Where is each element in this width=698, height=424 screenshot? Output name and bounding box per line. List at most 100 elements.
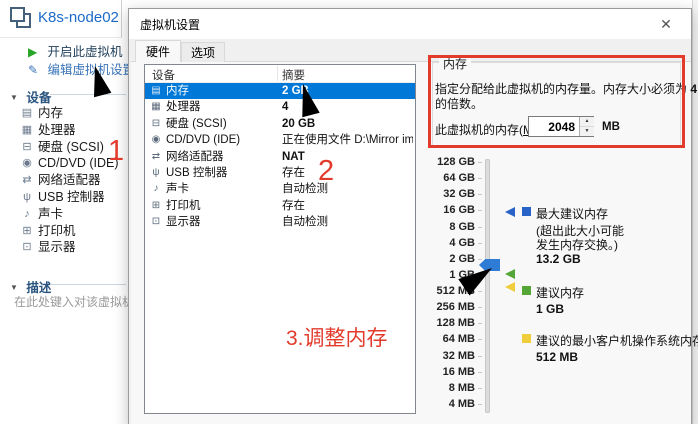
sound-icon: ♪ xyxy=(149,181,163,197)
chevron-down-icon: ▼ xyxy=(10,283,18,292)
network-icon: ⇄ xyxy=(149,149,163,165)
memory-icon: ▤ xyxy=(149,83,163,99)
memory-scale-label: 128 GB xyxy=(429,154,475,170)
memory-scale-label: 4 GB xyxy=(429,235,475,251)
minimum-memory-legend-swatch xyxy=(522,334,531,343)
divider xyxy=(50,284,126,285)
memory-scale-label: 64 MB xyxy=(429,331,475,347)
sidebar-device-item[interactable]: ⊡显示器 xyxy=(0,239,127,256)
memory-scale-label: 4 MB xyxy=(429,396,475,412)
table-row[interactable]: ψUSB 控制器存在 xyxy=(145,165,415,181)
table-row[interactable]: ▦处理器4 xyxy=(145,99,415,115)
max-memory-legend-swatch xyxy=(522,207,531,216)
sidebar-device-item[interactable]: ψUSB 控制器 xyxy=(0,189,127,206)
device-name-cell: 声卡 xyxy=(166,181,189,197)
printer-icon: ⊞ xyxy=(149,198,163,214)
memory-scale-label: 128 MB xyxy=(429,315,475,331)
sidebar-device-item[interactable]: ⊞打印机 xyxy=(0,223,127,240)
recommended-memory-legend-title: 建议内存 xyxy=(536,284,584,301)
table-row[interactable]: ⇄网络适配器 NAT xyxy=(145,149,415,165)
sidebar-device-item[interactable]: ▤内存 xyxy=(0,105,127,122)
processor-icon: ▦ xyxy=(20,122,34,139)
device-name-cell: 内存 xyxy=(166,83,189,99)
close-icon[interactable]: ✕ xyxy=(653,12,679,36)
sound-icon: ♪ xyxy=(20,206,34,223)
table-row[interactable]: ▤内存2 GB xyxy=(145,83,415,99)
sidebar-device-item[interactable]: ◉CD/DVD (IDE) xyxy=(0,155,127,172)
device-summary-cell: 20 GB xyxy=(282,116,413,132)
device-table-header: 设备 摘要 xyxy=(145,65,415,83)
column-divider xyxy=(277,66,278,81)
description-placeholder-text[interactable]: 在此处键入对该虚拟机的 xyxy=(14,293,128,310)
sidebar-device-label: 内存 xyxy=(38,105,63,122)
table-row[interactable]: ⊞打印机 存在 xyxy=(145,198,415,214)
device-summary-cell: 自动检测 xyxy=(282,181,413,197)
table-row[interactable]: ⊡显示器自动检测 xyxy=(145,214,415,230)
memory-scale-label: 512 MB xyxy=(429,283,475,299)
divider xyxy=(50,94,126,95)
device-summary-cell: 4 xyxy=(282,99,413,115)
sidebar-device-label: 处理器 xyxy=(38,122,76,139)
power-on-label: 开启此虚拟机 xyxy=(47,45,122,59)
printer-icon: ⊞ xyxy=(20,223,34,240)
table-row[interactable]: ◉CD/DVD (IDE)正在使用文件 D:\Mirror image\... xyxy=(145,132,415,148)
device-name-cell: 显示器 xyxy=(166,214,201,230)
virtual-machine-icon xyxy=(10,7,34,31)
tab-hardware[interactable]: 硬件 xyxy=(135,40,181,62)
sidebar-device-label: USB 控制器 xyxy=(38,189,105,206)
column-header-summary: 摘要 xyxy=(282,67,305,83)
sidebar-device-list: ▤内存▦处理器⊟硬盘 (SCSI)◉CD/DVD (IDE)⇄网络适配器ψUSB… xyxy=(0,105,127,256)
cd-icon: ◉ xyxy=(149,132,163,148)
play-icon: ▶ xyxy=(28,45,44,59)
edit-vm-settings-button[interactable]: ✎ 编辑虚拟机设置 xyxy=(28,59,135,78)
memory-scale-label: 32 GB xyxy=(429,186,475,202)
table-row[interactable]: ⊟硬盘 (SCSI)20 GB xyxy=(145,116,415,132)
sidebar-device-item[interactable]: ♪声卡 xyxy=(0,206,127,223)
spinner-buttons: ▲ ▼ xyxy=(579,117,593,136)
memory-scale-label: 2 GB xyxy=(429,251,475,267)
memory-scale-label: 1 GB xyxy=(429,267,475,283)
recommended-memory-legend-value: 1 GB xyxy=(536,302,564,316)
sidebar-device-label: 打印机 xyxy=(38,223,76,240)
power-on-vm-button[interactable]: ▶ 开启此虚拟机 xyxy=(28,41,123,60)
memory-icon: ▤ xyxy=(20,105,34,122)
sidebar-device-label: 显示器 xyxy=(38,239,76,256)
device-summary-cell: 存在 xyxy=(282,198,413,214)
sidebar-devices-header[interactable]: ▼ 设备 xyxy=(10,87,51,106)
spin-up-button[interactable]: ▲ xyxy=(580,117,594,127)
dialog-title: 虚拟机设置 xyxy=(140,16,200,33)
device-name-cell: USB 控制器 xyxy=(166,165,227,181)
sidebar-device-label: 声卡 xyxy=(38,206,63,223)
device-name-cell: 网络适配器 xyxy=(166,149,224,165)
table-row[interactable]: ♪声卡 自动检测 xyxy=(145,181,415,197)
sidebar-device-item[interactable]: ⇄网络适配器 xyxy=(0,172,127,189)
cd-icon: ◉ xyxy=(20,155,34,172)
usb-icon: ψ xyxy=(20,189,34,206)
sidebar-device-item[interactable]: ▦处理器 xyxy=(0,122,127,139)
minimum-memory-legend-title: 建议的最小客户机操作系统内存 xyxy=(536,332,698,349)
vm-tab-k8s-node02[interactable]: K8s-node02 xyxy=(0,0,122,38)
memory-description-line2: 的倍数。 xyxy=(435,95,681,112)
column-header-device: 设备 xyxy=(152,67,175,83)
edit-settings-label: 编辑虚拟机设置 xyxy=(47,63,135,77)
window-edge xyxy=(692,0,698,424)
device-name-cell: CD/DVD (IDE) xyxy=(166,132,240,148)
disk-icon: ⊟ xyxy=(20,139,34,156)
dialog-titlebar[interactable]: 虚拟机设置 ✕ xyxy=(129,9,691,39)
max-memory-legend-note2: 发生内存交换。) xyxy=(536,236,618,253)
memory-scale-label: 8 MB xyxy=(429,380,475,396)
memory-value-input[interactable] xyxy=(529,117,578,136)
spin-down-button[interactable]: ▼ xyxy=(580,127,594,137)
device-summary-cell: NAT xyxy=(282,149,413,165)
sidebar-device-item[interactable]: ⊟硬盘 (SCSI) xyxy=(0,139,127,156)
tab-options[interactable]: 选项 xyxy=(181,42,225,62)
memory-scale-label: 8 GB xyxy=(429,219,475,235)
device-table: 设备 摘要 ▤内存2 GB▦处理器4⊟硬盘 (SCSI)20 GB◉CD/DVD… xyxy=(144,64,416,414)
memory-group-title: 内存 xyxy=(439,55,471,72)
display-icon: ⊡ xyxy=(20,239,34,256)
memory-slider-track[interactable] xyxy=(485,159,490,413)
max-memory-legend-value: 13.2 GB xyxy=(536,252,581,266)
memory-unit-label: MB xyxy=(602,121,620,133)
device-name-cell: 处理器 xyxy=(166,99,201,115)
device-name-cell: 打印机 xyxy=(166,198,201,214)
